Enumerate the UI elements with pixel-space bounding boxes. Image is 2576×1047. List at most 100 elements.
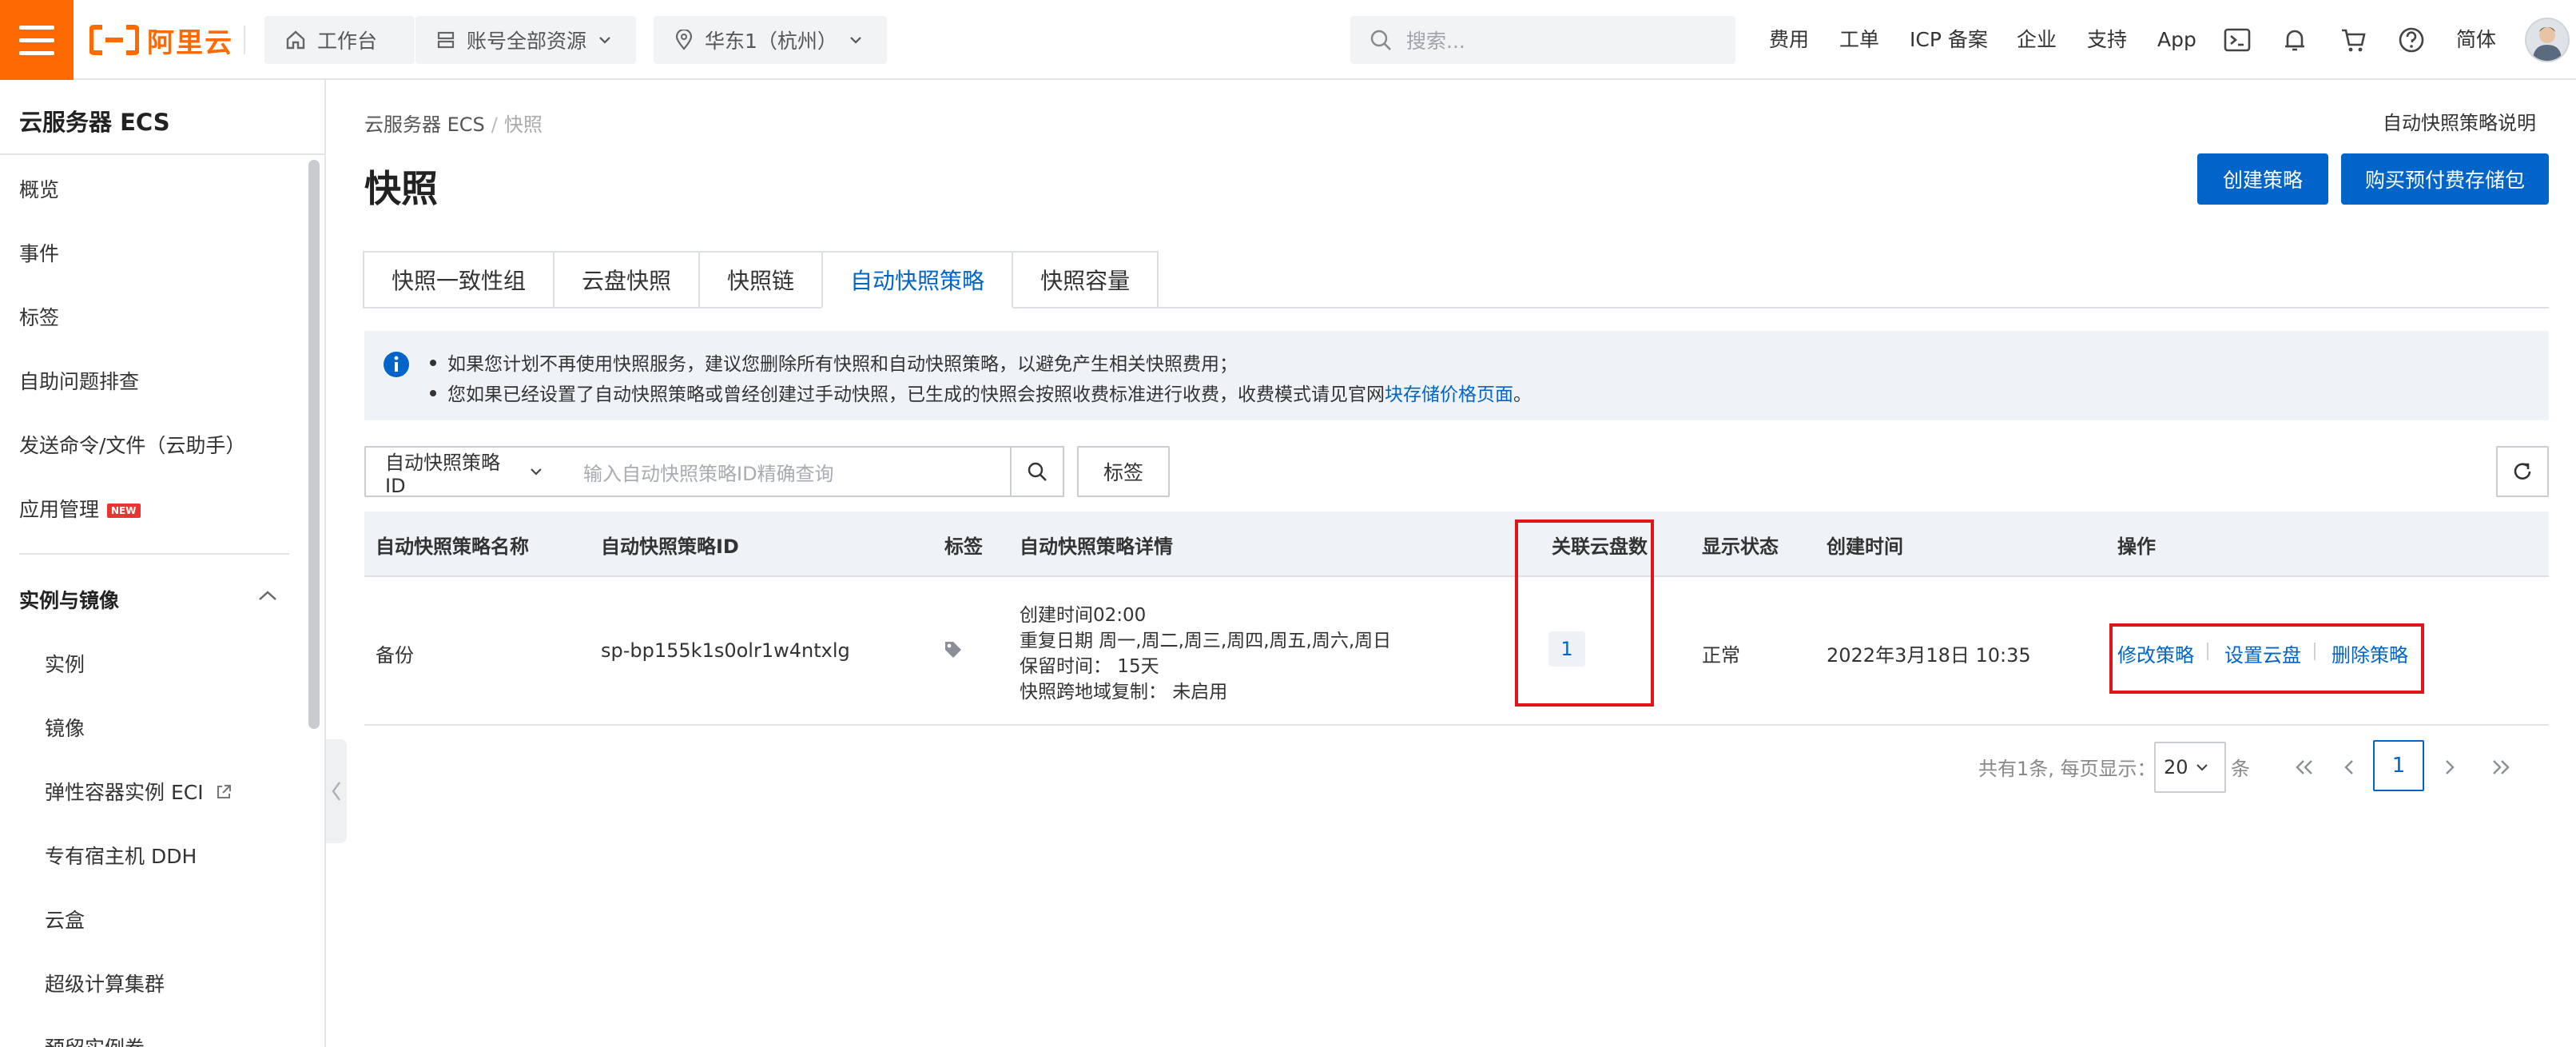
notice-text-2-suffix: 。 — [1513, 384, 1532, 405]
tab-disk-snapshots[interactable]: 云盘快照 — [553, 251, 701, 309]
next-page-icon[interactable] — [2434, 751, 2466, 783]
status-cell: 正常 — [1702, 644, 1740, 667]
detail-retention: 保留时间： 15天 — [1020, 656, 1159, 677]
sidebar-item-ddh[interactable]: 专有宿主机 DDH — [45, 841, 197, 870]
sidebar-scrollbar[interactable] — [308, 160, 320, 729]
detail-cross-region-copy: 快照跨地域复制： 未启用 — [1020, 682, 1228, 703]
sidebar-collapse-handle[interactable] — [326, 739, 347, 843]
sidebar-item-images[interactable]: 镜像 — [45, 713, 85, 742]
chevron-down-icon — [2196, 764, 2208, 771]
snapshot-tabs: 快照一致性组 云盘快照 快照链 自动快照策略 快照容量 — [363, 251, 1159, 309]
tab-snapshot-chain[interactable]: 快照链 — [698, 251, 824, 309]
previous-page-icon[interactable] — [2333, 751, 2365, 783]
notice-text-1: 如果您计划不再使用快照服务，建议您删除所有快照和自动快照策略，以避免产生相关快照… — [447, 354, 1238, 375]
filter-field-label: 自动快照策略ID — [385, 451, 500, 497]
notice-text-2: 您如果已经设置了自动快照策略或曾经创建过手动快照，已生成的快照会按照收费标准进行… — [447, 384, 1385, 405]
resource-label: 账号全部资源 — [467, 30, 587, 53]
bullet — [430, 360, 436, 366]
bullet — [430, 390, 436, 396]
chevron-down-icon — [850, 37, 861, 44]
chevron-down-icon — [531, 468, 542, 476]
nav-link-icp[interactable]: ICP 备案 — [1910, 24, 1988, 56]
region-label: 华东1（杭州） — [705, 30, 837, 53]
filter-field-select[interactable]: 自动快照策略ID — [364, 446, 564, 497]
breadcrumb: 云服务器 ECS / 快照 — [364, 109, 543, 137]
pagination-total: 共有1条, 每页显示： — [1978, 758, 2157, 780]
shopping-cart-icon[interactable] — [2339, 26, 2368, 54]
page-size-select[interactable]: 20 — [2154, 742, 2226, 793]
global-search-input[interactable]: 搜索... — [1350, 16, 1735, 64]
nav-link-tickets[interactable]: 工单 — [1839, 24, 1879, 56]
page-title: 快照 — [364, 167, 438, 210]
nav-link-fees[interactable]: 费用 — [1769, 24, 1809, 56]
language-switch[interactable]: 简体 — [2456, 24, 2496, 56]
buy-storage-package-button[interactable]: 购买预付费存储包 — [2341, 153, 2549, 205]
tag-icon[interactable] — [943, 639, 964, 660]
page-size-value: 20 — [2164, 756, 2188, 778]
page-number-current[interactable]: 1 — [2373, 740, 2424, 791]
refresh-icon — [2514, 463, 2531, 480]
chevron-up-icon[interactable] — [257, 588, 278, 603]
workbench-button[interactable]: 工作台 — [264, 16, 415, 64]
sidebar-item-cloud-box[interactable]: 云盒 — [45, 905, 85, 934]
column-header-actions: 操作 — [2117, 535, 2156, 558]
sidebar-item-instances[interactable]: 实例 — [45, 649, 85, 678]
home-icon — [286, 30, 305, 50]
policy-id-search-input[interactable]: 输入自动快照策略ID精确查询 — [563, 446, 1012, 497]
chevron-left-icon — [332, 782, 340, 801]
sidebar-title: 云服务器 ECS — [19, 109, 170, 136]
sidebar-item-tags[interactable]: 标签 — [19, 302, 59, 331]
nav-link-support[interactable]: 支持 — [2087, 24, 2127, 56]
tab-consistency-group[interactable]: 快照一致性组 — [363, 251, 555, 309]
user-avatar-icon — [2533, 27, 2562, 61]
policy-help-link[interactable]: 自动快照策略说明 — [2383, 107, 2536, 135]
hamburger-menu-icon[interactable] — [0, 0, 74, 80]
highlight-actions-box — [2109, 623, 2424, 694]
bell-icon[interactable] — [2280, 26, 2309, 54]
sidebar-group-instances-images[interactable]: 实例与镜像 — [19, 585, 119, 614]
logo-divider — [244, 26, 245, 54]
top-navigation-bar: 阿里云 工作台 账号全部资源 华东1（杭州） 搜索... 费用 工单 ICP 备… — [0, 0, 2576, 80]
sidebar-item-eci[interactable]: 弹性容器实例 ECI — [45, 777, 233, 806]
nav-link-enterprise[interactable]: 企业 — [2017, 24, 2057, 56]
region-selector[interactable]: 华东1（杭州） — [654, 16, 887, 64]
tab-snapshot-capacity[interactable]: 快照容量 — [1012, 251, 1159, 309]
terminal-icon[interactable] — [2223, 26, 2252, 54]
first-page-icon[interactable] — [2288, 751, 2320, 783]
resource-selector[interactable]: 账号全部资源 — [415, 16, 636, 64]
notice-line-1: 如果您计划不再使用快照服务，建议您删除所有快照和自动快照策略，以避免产生相关快照… — [430, 348, 1238, 376]
sidebar-item-app-management[interactable]: 应用管理 NEW — [19, 494, 141, 523]
block-storage-price-link[interactable]: 块存储价格页面 — [1385, 384, 1513, 405]
table-header: 自动快照策略名称 自动快照策略ID 标签 自动快照策略详情 关联云盘数 显示状态… — [364, 512, 2549, 577]
column-header-policy-name: 自动快照策略名称 — [376, 535, 529, 558]
refresh-button[interactable] — [2496, 446, 2549, 497]
sidebar-item-reserved-instances[interactable]: 预留实例券 — [45, 1033, 145, 1047]
sidebar-item-super-computing[interactable]: 超级计算集群 — [45, 969, 165, 997]
logo-text: 阿里云 — [147, 26, 233, 59]
search-button[interactable] — [1010, 446, 1064, 497]
tab-auto-snapshot-policy[interactable]: 自动快照策略 — [821, 251, 1014, 309]
nav-link-app[interactable]: App — [2157, 24, 2196, 56]
info-notice: 如果您计划不再使用快照服务，建议您删除所有快照和自动快照策略，以避免产生相关快照… — [364, 331, 2549, 420]
sidebar-item-events[interactable]: 事件 — [19, 238, 59, 267]
user-avatar[interactable] — [2525, 18, 2570, 62]
external-link-icon — [217, 785, 231, 798]
breadcrumb-ecs[interactable]: 云服务器 ECS — [364, 113, 485, 136]
search-icon — [1370, 30, 1391, 50]
highlight-disk-count-box — [1515, 520, 1654, 707]
sidebar-item-cloud-assistant[interactable]: 发送命令/文件（云助手） — [19, 430, 245, 459]
tag-filter-button[interactable]: 标签 — [1077, 446, 1170, 497]
info-icon — [384, 352, 409, 377]
sidebar-divider — [0, 153, 324, 155]
last-page-icon[interactable] — [2485, 751, 2517, 783]
aliyun-logo[interactable]: 阿里云 — [89, 22, 233, 59]
sidebar-item-troubleshoot[interactable]: 自助问题排查 — [19, 366, 139, 395]
pagination-unit: 条 — [2231, 758, 2250, 780]
policy-id-cell: sp-bp155k1s0olr1w4ntxlg — [601, 639, 850, 662]
help-circle-icon[interactable] — [2397, 26, 2426, 54]
detail-created-time: 创建时间02:00 — [1020, 605, 1147, 626]
column-header-created-time: 创建时间 — [1827, 535, 1903, 558]
new-badge: NEW — [107, 504, 141, 518]
create-policy-button[interactable]: 创建策略 — [2197, 153, 2328, 205]
sidebar-item-overview[interactable]: 概览 — [19, 174, 59, 203]
